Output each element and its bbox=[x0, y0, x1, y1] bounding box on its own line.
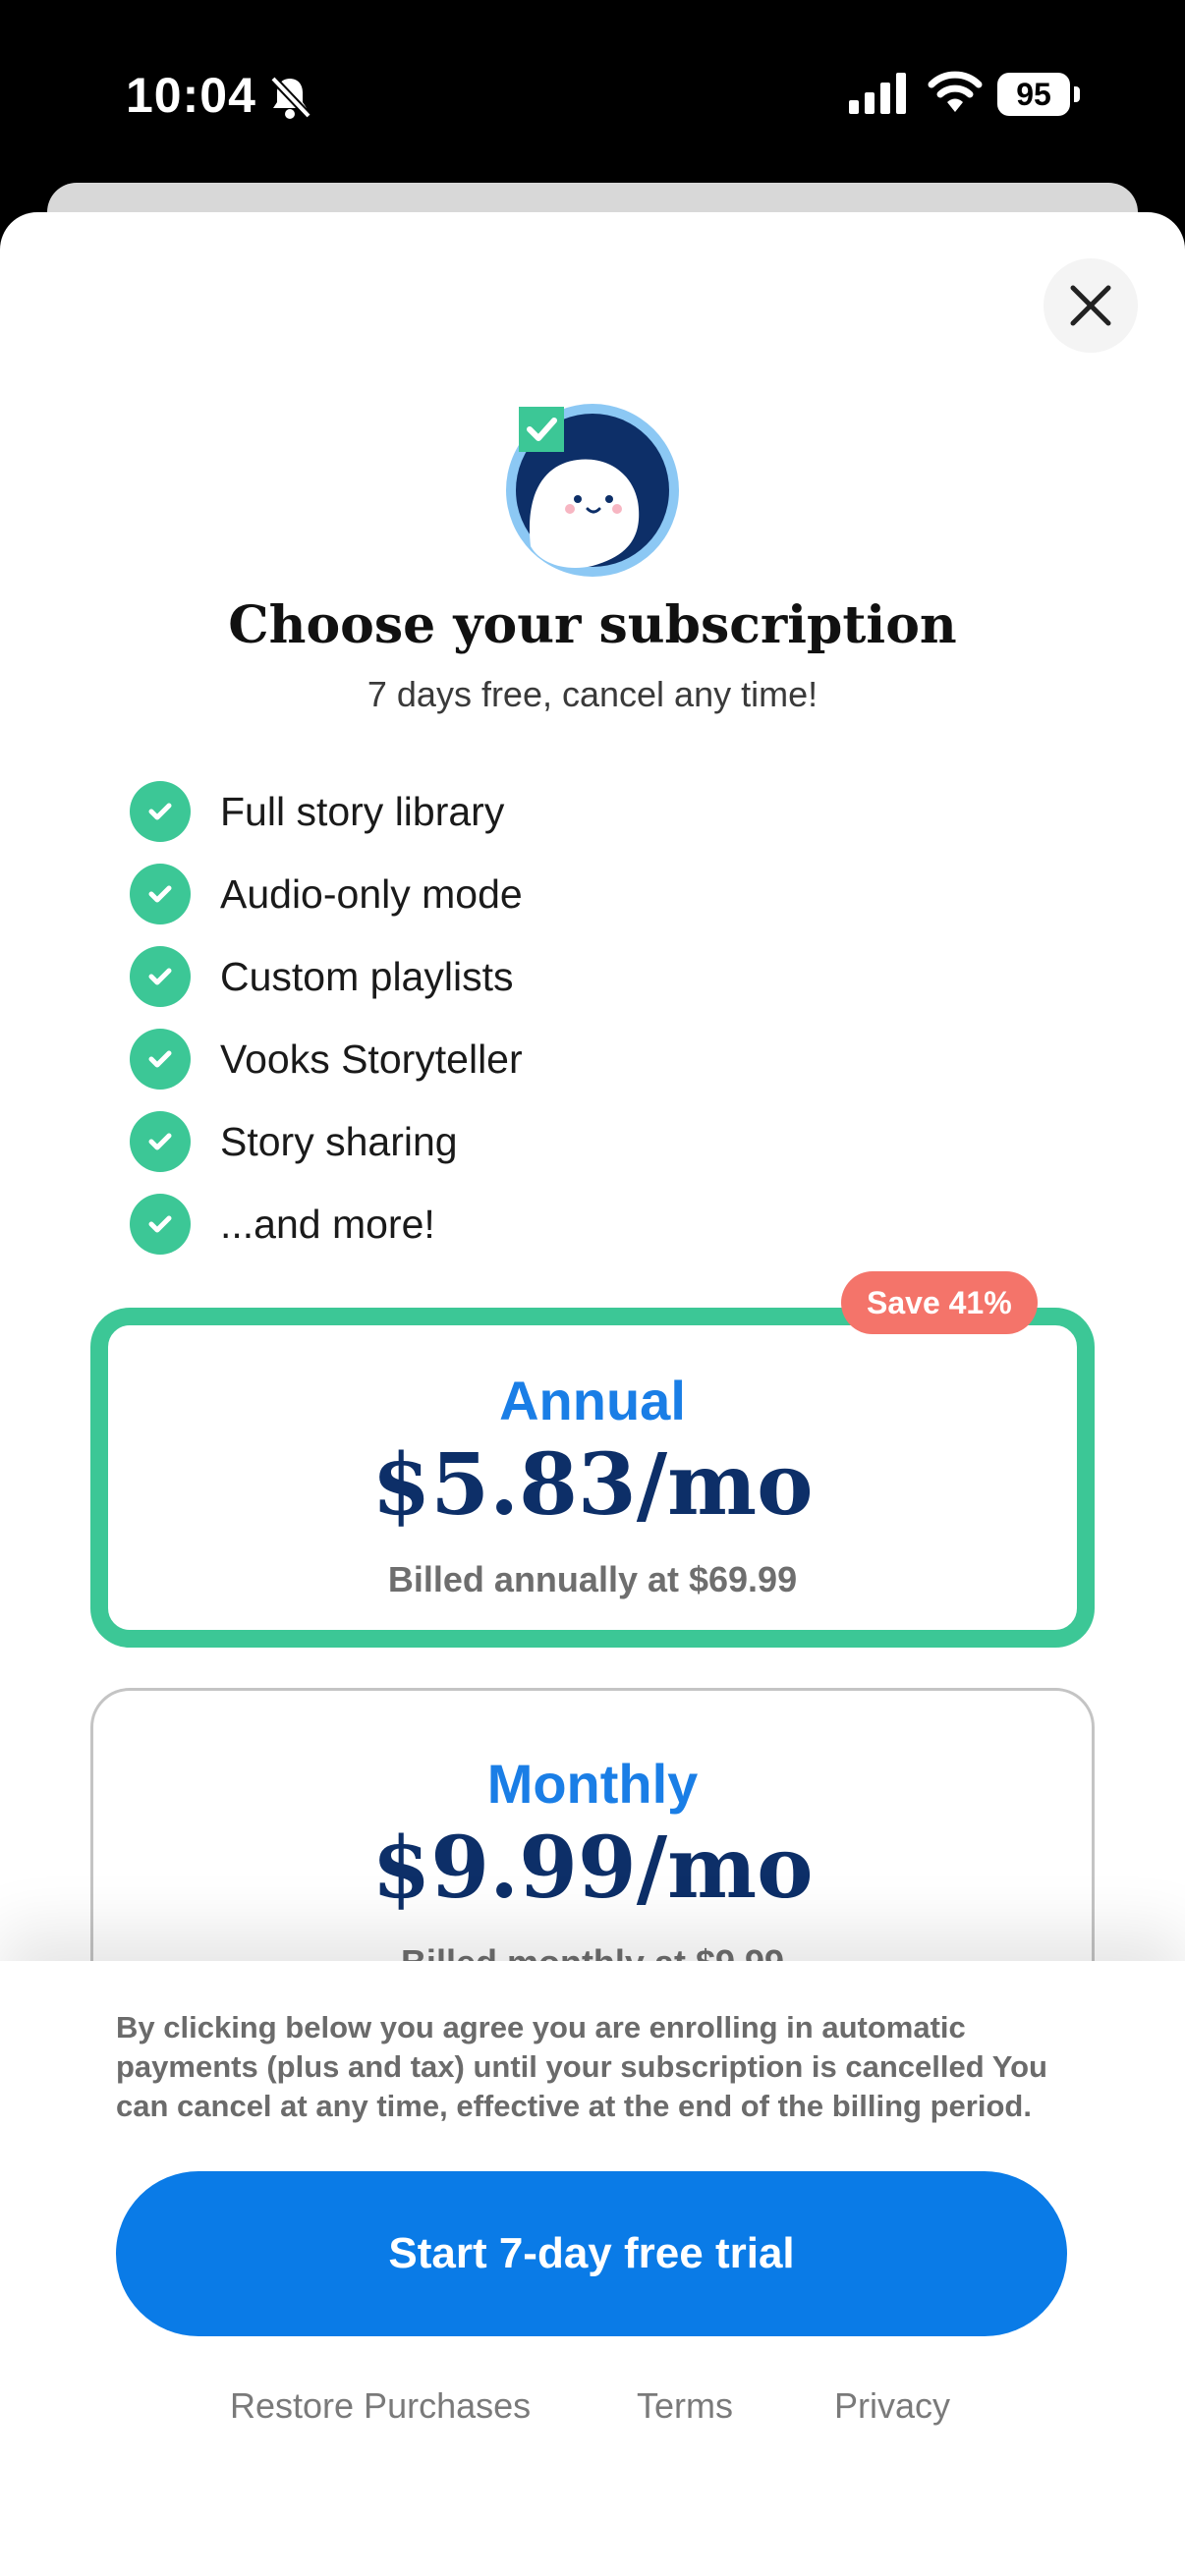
battery-level: 95 bbox=[997, 73, 1070, 116]
feature-label: Vooks Storyteller bbox=[220, 1036, 523, 1082]
terms-link[interactable]: Terms bbox=[637, 2385, 733, 2427]
plan-price: $5.83/mo bbox=[371, 1435, 814, 1535]
feature-label: Story sharing bbox=[220, 1118, 458, 1164]
feature-item: Full story library bbox=[130, 770, 523, 853]
feature-item: ...and more! bbox=[130, 1183, 523, 1265]
feature-item: Vooks Storyteller bbox=[130, 1018, 523, 1100]
page-title: Choose your subscription bbox=[228, 595, 957, 655]
feature-label: Audio-only mode bbox=[220, 870, 523, 917]
feature-label: Custom playlists bbox=[220, 953, 514, 999]
start-trial-button[interactable]: Start 7-day free trial bbox=[116, 2171, 1067, 2336]
plan-name: Annual bbox=[499, 1370, 686, 1431]
check-icon bbox=[130, 946, 191, 1007]
check-icon bbox=[130, 1194, 191, 1255]
check-icon bbox=[130, 781, 191, 842]
signal-icon bbox=[849, 73, 906, 114]
check-icon bbox=[130, 1029, 191, 1090]
feature-item: Story sharing bbox=[130, 1100, 523, 1183]
save-badge: Save 41% bbox=[841, 1271, 1038, 1334]
plan-name: Monthly bbox=[486, 1753, 699, 1815]
check-icon bbox=[130, 1111, 191, 1172]
plan-card-annual[interactable]: Annual $5.83/mo Billed annually at $69.9… bbox=[90, 1308, 1095, 1648]
wifi-icon bbox=[928, 71, 983, 112]
page-subtitle: 7 days free, cancel any time! bbox=[367, 674, 818, 714]
subscription-sheet: Choose your subscription 7 days free, ca… bbox=[0, 212, 1185, 2576]
restore-purchases-link[interactable]: Restore Purchases bbox=[230, 2385, 531, 2427]
footer-links: Restore Purchases Terms Privacy bbox=[0, 2385, 1185, 2435]
status-bar: 10:04 95 bbox=[0, 0, 1185, 187]
feature-item: Audio-only mode bbox=[130, 853, 523, 935]
feature-label: ...and more! bbox=[220, 1201, 435, 1247]
mascot-icon bbox=[506, 404, 679, 577]
feature-label: Full story library bbox=[220, 788, 505, 834]
battery-icon: 95 bbox=[997, 73, 1082, 116]
legal-text: By clicking below you agree you are enro… bbox=[116, 2010, 1047, 2123]
bottom-panel: By clicking below you agree you are enro… bbox=[0, 1961, 1185, 2576]
status-time: 10:04 bbox=[126, 68, 256, 123]
plan-billed: Billed annually at $69.99 bbox=[387, 1559, 798, 1599]
close-icon bbox=[1070, 285, 1111, 326]
feature-list: Full story library Audio-only mode Custo… bbox=[130, 770, 523, 1265]
check-icon bbox=[130, 864, 191, 924]
feature-item: Custom playlists bbox=[130, 935, 523, 1018]
privacy-link[interactable]: Privacy bbox=[834, 2385, 950, 2427]
plan-price: $9.99/mo bbox=[371, 1819, 814, 1918]
bell-slash-icon bbox=[270, 76, 311, 119]
close-button[interactable] bbox=[1044, 258, 1138, 353]
